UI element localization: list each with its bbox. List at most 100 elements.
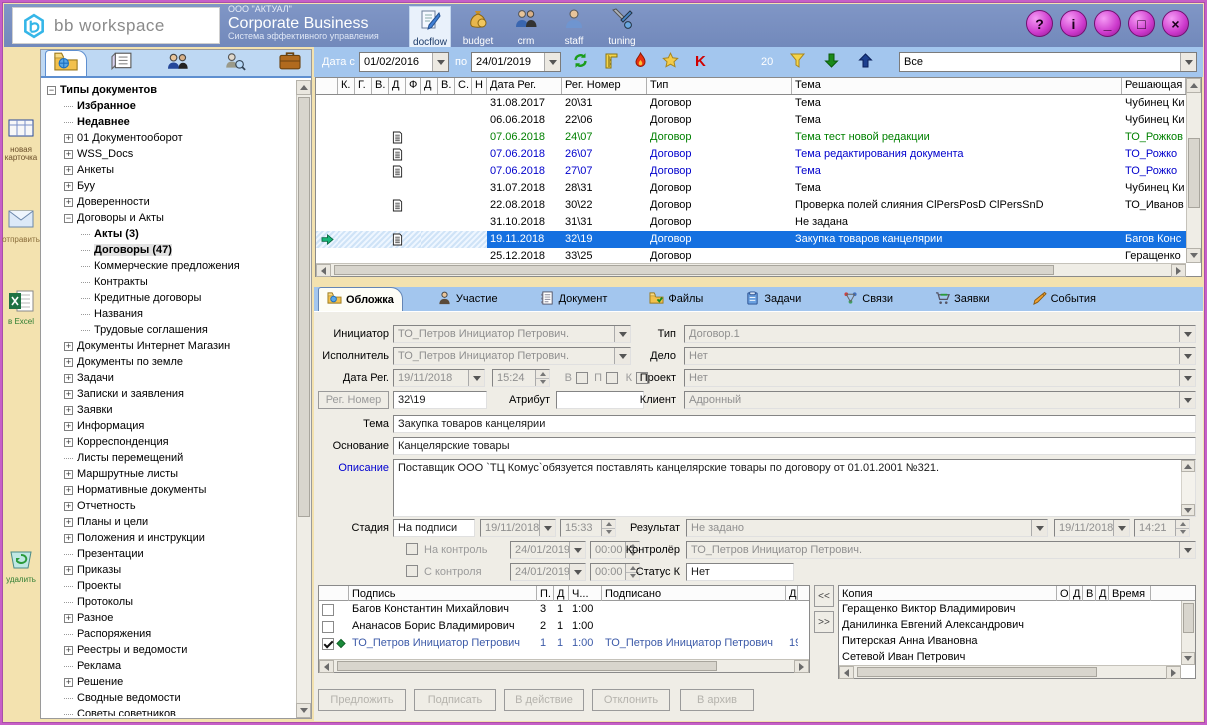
tab-Участие[interactable]: Участие <box>429 287 506 311</box>
nav-tab-documents[interactable] <box>45 50 87 76</box>
grid-col-6[interactable]: Д <box>421 78 438 94</box>
dropdown-arrow-icon[interactable] <box>1179 348 1195 364</box>
tree-item[interactable]: +Заявки <box>43 402 295 418</box>
description-scrollbar[interactable] <box>1181 460 1195 516</box>
copies-scroll-right[interactable] <box>1166 666 1181 679</box>
regnum-button[interactable]: Рег. Номер <box>318 391 389 409</box>
sign-col[interactable]: Подпись <box>349 586 537 601</box>
tree-item[interactable]: +Анкеты <box>43 162 295 178</box>
expand-icon[interactable]: + <box>64 390 73 399</box>
project-field[interactable]: Нет <box>684 369 1196 387</box>
dropdown-arrow-icon[interactable] <box>1179 542 1195 558</box>
dropdown-arrow-icon[interactable] <box>1179 392 1195 408</box>
document-row[interactable]: 06.06.201822\06ДоговорТемаЧубинец Ки <box>316 112 1186 129</box>
info-button[interactable]: i <box>1060 10 1087 37</box>
tab-Документ[interactable]: Документ <box>532 287 616 311</box>
move-all-right-button[interactable]: >> <box>814 611 834 633</box>
grid-col-3[interactable]: В. <box>372 78 389 94</box>
time-spinner[interactable] <box>1175 520 1189 536</box>
tree-item[interactable]: +WSS_Docs <box>43 146 295 162</box>
document-row[interactable]: 07.06.201826\07ДоговорТема редактировани… <box>316 146 1186 163</box>
tab-Связи[interactable]: Связи <box>835 287 901 311</box>
tab-Заявки[interactable]: Заявки <box>927 287 998 311</box>
tree-item[interactable]: Акты (3) <box>43 226 295 242</box>
tree-scroll-down[interactable] <box>296 703 311 718</box>
tree-item[interactable]: +Информация <box>43 418 295 434</box>
grid-scroll-left[interactable] <box>316 264 331 277</box>
maximize-button[interactable]: □ <box>1128 10 1155 37</box>
expand-icon[interactable]: + <box>64 470 73 479</box>
collapse-icon[interactable]: − <box>64 214 73 223</box>
action-Предложить[interactable]: Предложить <box>318 689 406 711</box>
copies-scroll-left[interactable] <box>839 666 854 679</box>
statusk-field[interactable]: Нет <box>686 563 794 581</box>
copy-col[interactable]: В <box>1083 586 1096 601</box>
tree-item[interactable]: Проекты <box>43 578 295 594</box>
copy-col[interactable]: Время <box>1109 586 1151 601</box>
copy-row[interactable]: Геращенко Виктор Владимирович <box>839 601 1195 617</box>
tree-item[interactable]: +Отчетность <box>43 498 295 514</box>
tree-item[interactable]: Презентации <box>43 546 295 562</box>
filter-funnel-button[interactable] <box>786 52 808 72</box>
grid-col-9[interactable]: Н <box>472 78 487 94</box>
grid-col-Рег. Номер[interactable]: Рег. Номер <box>562 78 647 94</box>
tree-item[interactable]: +Корреспонденция <box>43 434 295 450</box>
action-В архив[interactable]: В архив <box>680 689 754 711</box>
expand-icon[interactable]: + <box>64 438 73 447</box>
tree-item[interactable]: +Реестры и ведомости <box>43 642 295 658</box>
document-row[interactable]: 31.10.201831\31ДоговорНе задана <box>316 214 1186 231</box>
signature-row[interactable]: Ананасов Борис Владимирович 2 1 1:00 <box>319 618 809 635</box>
grid-col-Тип[interactable]: Тип <box>647 78 792 94</box>
grid-hscrollbar[interactable] <box>316 263 1186 276</box>
dropdown-arrow-icon[interactable] <box>1113 520 1129 536</box>
tree-item[interactable]: +Задачи <box>43 370 295 386</box>
expand-icon[interactable]: + <box>64 358 73 367</box>
regnum-field[interactable]: 32\19 <box>393 391 487 409</box>
date-to-field[interactable]: 24/01/2019 <box>471 52 561 72</box>
dropdown-arrow-icon[interactable] <box>432 53 448 71</box>
expand-icon[interactable]: + <box>64 342 73 351</box>
stage-time-field[interactable]: 15:33 <box>560 519 616 537</box>
tree-item[interactable]: +Документы по земле <box>43 354 295 370</box>
new-card-button[interactable]: новая карточка <box>4 117 38 162</box>
dropdown-arrow-icon[interactable] <box>569 542 585 558</box>
tree-item[interactable]: +Разное <box>43 610 295 626</box>
description-scroll-down[interactable] <box>1181 504 1195 516</box>
ruler-button[interactable] <box>599 52 621 72</box>
regtime-field[interactable]: 15:24 <box>492 369 550 387</box>
time-spinner[interactable] <box>535 370 549 386</box>
sign-col[interactable]: Д <box>554 586 569 601</box>
module-crm[interactable]: crm <box>505 6 547 50</box>
case-field[interactable]: Нет <box>684 347 1196 365</box>
copies-vthumb[interactable] <box>1183 603 1194 633</box>
sign-col[interactable]: Д <box>786 586 798 601</box>
send-button[interactable]: отправить <box>4 207 38 244</box>
module-tuning[interactable]: tuning <box>601 6 643 50</box>
copy-col[interactable]: Д <box>1070 586 1083 601</box>
tree-item[interactable]: Коммерческие предложения <box>43 258 295 274</box>
delete-button[interactable]: удалить <box>4 547 38 584</box>
tree-scrollbar[interactable] <box>296 80 311 718</box>
dropdown-arrow-icon[interactable] <box>569 564 585 580</box>
expand-icon[interactable]: + <box>64 166 73 175</box>
close-button[interactable]: × <box>1162 10 1189 37</box>
description-label[interactable]: Описание <box>314 459 389 477</box>
copy-row[interactable]: Сетевой Иван Петрович <box>839 649 1195 665</box>
favorite-button[interactable] <box>659 52 681 72</box>
copy-col[interactable]: О <box>1057 586 1070 601</box>
expand-icon[interactable]: + <box>64 422 73 431</box>
expand-icon[interactable]: + <box>64 182 73 191</box>
grid-col-Решающая[interactable]: Решающая <box>1122 78 1186 94</box>
tree-item[interactable]: +Документы Интернет Магазин <box>43 338 295 354</box>
document-row[interactable]: 31.08.201720\31ДоговорТемаЧубинец Ки <box>316 95 1186 112</box>
move-down-button[interactable] <box>820 52 842 72</box>
grid-col-4[interactable]: Д <box>389 78 406 94</box>
oncontrol-checkbox[interactable] <box>406 543 418 555</box>
move-all-left-button[interactable]: << <box>814 585 834 607</box>
signed-checkbox[interactable] <box>322 638 334 650</box>
expand-icon[interactable]: + <box>64 502 73 511</box>
tab-Обложка[interactable]: Обложка <box>318 287 403 311</box>
sign-col[interactable]: Подписано <box>602 586 786 601</box>
copies-vscrollbar[interactable] <box>1181 601 1195 665</box>
grid-col-0[interactable] <box>316 78 338 94</box>
